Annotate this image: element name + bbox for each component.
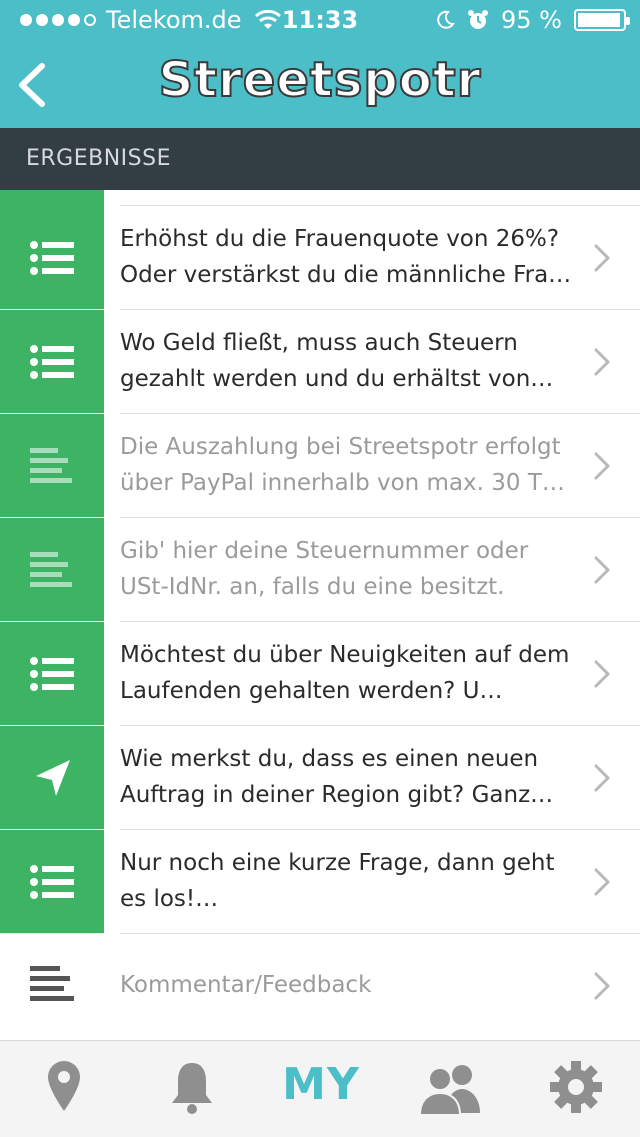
list-item[interactable]: Wie merkst du, dass es einen neuen Auftr… — [0, 726, 640, 830]
list-item[interactable]: Erhöhst du die Frauenquote von 26%? Oder… — [0, 206, 640, 310]
list-item-text: Wie merkst du, dass es einen neuen Auftr… — [120, 746, 554, 808]
list-icon — [30, 241, 74, 275]
map-pin-icon[interactable] — [30, 1057, 98, 1117]
list-item[interactable]: Nur noch eine kurze Frage, dann geht es … — [0, 830, 640, 934]
list-item-icon-bg — [0, 190, 104, 206]
list-item-text: Gib' hier deine Steuernummer oder USt-Id… — [120, 538, 529, 600]
list-item-icon-bg — [0, 518, 104, 622]
list-item-icon-bg — [0, 726, 104, 830]
chevron-right-icon — [594, 868, 610, 896]
top-bar: Telekom.de 11:33 95 % Streetspotr — [0, 0, 640, 128]
text-lines-icon — [30, 552, 72, 587]
chevron-right-icon — [594, 348, 610, 376]
status-right: 95 % — [435, 6, 630, 34]
list-item-icon-bg — [0, 830, 104, 934]
bell-icon[interactable] — [158, 1057, 226, 1117]
list-icon — [30, 657, 74, 691]
text-lines-icon — [30, 448, 72, 483]
tab-bar: MY — [0, 1040, 640, 1137]
tab-my[interactable]: MY — [276, 1059, 366, 1119]
moon-icon — [437, 10, 455, 29]
chevron-right-icon — [594, 660, 610, 688]
list-item-icon-bg — [0, 414, 104, 518]
battery-fill — [578, 13, 620, 27]
list-item-partial[interactable] — [0, 190, 640, 206]
status-bar: Telekom.de 11:33 95 % — [0, 0, 640, 40]
section-title: ERGEBNISSE — [26, 146, 172, 171]
list-item[interactable]: Möchtest du über Neuigkeiten auf dem Lau… — [0, 622, 640, 726]
list-item-icon-bg — [0, 934, 104, 1038]
app-logo: Streetspotr — [158, 51, 482, 109]
list-item-text: Nur noch eine kurze Frage, dann geht es … — [120, 850, 555, 912]
users-icon[interactable] — [410, 1057, 490, 1117]
results-list: Erhöhst du die Frauenquote von 26%? Oder… — [0, 190, 640, 1038]
text-lines-icon — [30, 966, 74, 1001]
list-item-text: Kommentar/Feedback — [120, 972, 372, 998]
tab-my-label: MY — [282, 1059, 360, 1110]
list-item[interactable]: Die Auszahlung bei Streetspotr erfolgt ü… — [0, 414, 640, 518]
chevron-right-icon — [594, 452, 610, 480]
chevron-right-icon — [594, 556, 610, 584]
list-item-text: Erhöhst du die Frauenquote von 26%? Oder… — [120, 226, 572, 288]
list-item-icon-bg — [0, 206, 104, 310]
battery-icon — [574, 9, 630, 31]
battery-percent: 95 % — [501, 6, 562, 34]
list-item-text: Die Auszahlung bei Streetspotr erfolgt ü… — [120, 434, 565, 496]
list-item-icon-bg — [0, 310, 104, 414]
list-item[interactable]: Gib' hier deine Steuernummer oder USt-Id… — [0, 518, 640, 622]
list-item-text: Möchtest du über Neuigkeiten auf dem Lau… — [120, 642, 570, 704]
chevron-right-icon — [594, 764, 610, 792]
list-item-feedback[interactable]: Kommentar/Feedback — [0, 934, 640, 1038]
location-arrow-icon — [36, 760, 70, 796]
section-header: ERGEBNISSE — [0, 128, 640, 190]
chevron-right-icon — [594, 972, 610, 1000]
list-item-text: Wo Geld fließt, muss auch Steuern gezahl… — [120, 330, 554, 392]
gear-icon[interactable] — [542, 1057, 610, 1117]
list-item-icon-bg — [0, 622, 104, 726]
alarm-icon — [468, 10, 489, 29]
list-icon — [30, 345, 74, 379]
list-item[interactable]: Wo Geld fließt, muss auch Steuern gezahl… — [0, 310, 640, 414]
list-icon — [30, 865, 74, 899]
chevron-right-icon — [594, 244, 610, 272]
